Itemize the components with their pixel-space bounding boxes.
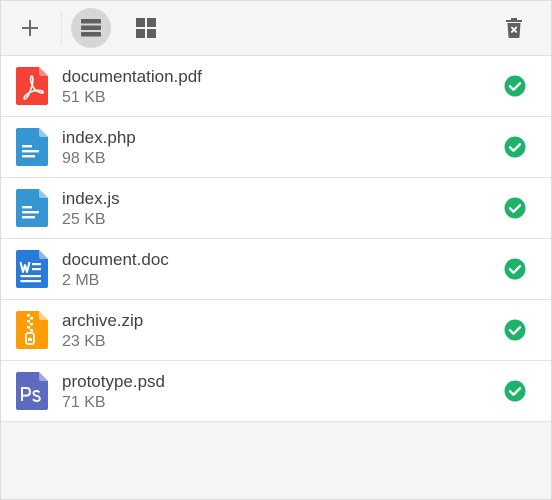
- check-circle-icon: [504, 197, 526, 219]
- file-size: 25 KB: [62, 211, 106, 228]
- check-circle-icon: [504, 258, 526, 280]
- toolbar: [1, 1, 551, 56]
- file-name: document.doc: [62, 250, 169, 269]
- file-row[interactable]: prototype.psd 71 KB: [1, 361, 551, 422]
- file-row[interactable]: archive.zip 23 KB: [1, 300, 551, 361]
- check-circle-icon: [504, 319, 526, 341]
- check-circle-icon: [504, 380, 526, 402]
- list-view-button[interactable]: [71, 8, 111, 48]
- file-name: archive.zip: [62, 311, 144, 330]
- zip-file-icon: [16, 311, 48, 349]
- file-row[interactable]: index.php 98 KB: [1, 117, 551, 178]
- plus-icon: [22, 20, 38, 36]
- file-name: prototype.psd: [62, 372, 166, 391]
- list-view-icon: [81, 19, 101, 37]
- file-name: documentation.pdf: [62, 67, 202, 86]
- toolbar-divider: [61, 11, 62, 46]
- file-name: index.php: [62, 128, 136, 147]
- grid-view-icon: [136, 18, 156, 38]
- file-size: 51 KB: [62, 89, 106, 106]
- psd-file-icon: [16, 372, 48, 410]
- check-circle-icon: [504, 75, 526, 97]
- code-file-icon: [16, 128, 48, 166]
- file-row[interactable]: documentation.pdf 51 KB: [1, 56, 551, 117]
- trash-icon: [506, 18, 522, 38]
- code-file-icon: [16, 189, 48, 227]
- file-size: 98 KB: [62, 150, 106, 167]
- file-size: 23 KB: [62, 333, 106, 350]
- file-size: 2 MB: [62, 272, 100, 289]
- file-row[interactable]: document.doc 2 MB: [1, 239, 551, 300]
- pdf-file-icon: [16, 67, 48, 105]
- file-row[interactable]: index.js 25 KB: [1, 178, 551, 239]
- file-uploader: documentation.pdf 51 KB index.php 98 KB: [0, 0, 552, 500]
- word-file-icon: [16, 250, 48, 288]
- file-list: documentation.pdf 51 KB index.php 98 KB: [1, 56, 551, 422]
- delete-button[interactable]: [494, 8, 534, 48]
- check-circle-icon: [504, 136, 526, 158]
- grid-view-button[interactable]: [126, 8, 166, 48]
- file-size: 71 KB: [62, 394, 106, 411]
- file-name: index.js: [62, 189, 120, 208]
- add-button[interactable]: [10, 8, 50, 48]
